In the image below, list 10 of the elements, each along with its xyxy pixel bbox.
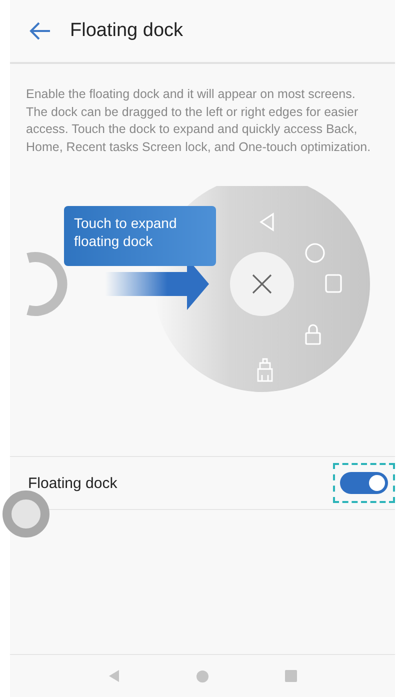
floating-dock-icon[interactable] bbox=[2, 490, 50, 538]
back-icon[interactable] bbox=[108, 669, 120, 683]
back-arrow-icon[interactable] bbox=[28, 21, 52, 41]
callout: Touch to expand floating dock bbox=[64, 206, 216, 266]
page-title: Floating dock bbox=[70, 20, 184, 42]
setting-label: Floating dock bbox=[28, 474, 118, 492]
home-icon[interactable] bbox=[196, 670, 209, 682]
dock-ring-icon bbox=[26, 252, 68, 316]
toggle-switch[interactable] bbox=[340, 472, 388, 494]
description-text: Enable the floating dock and it will appear on most screens. The dock can be dragged to the left or right edges for easier access. Touch the dock to expand and quickly access Back, Home, Recent tasks Screen lock, and One-touch optimization. bbox=[26, 86, 372, 156]
